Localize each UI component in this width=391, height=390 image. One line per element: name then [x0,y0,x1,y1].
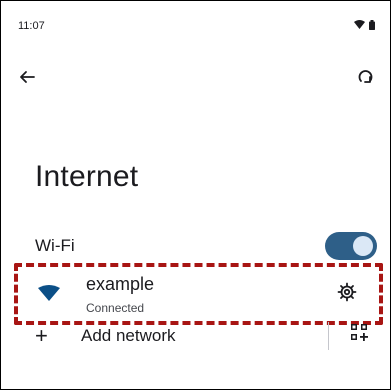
wifi-label: Wi-Fi [35,236,75,255]
add-network-label: Add network [81,326,176,345]
toolbar [16,66,377,88]
gear-icon[interactable] [337,282,357,307]
divider [328,322,329,350]
plus-icon: + [35,323,48,348]
wifi-toggle-thumb [353,236,373,256]
wifi-signal-icon [38,285,60,306]
page-title: Internet [35,160,139,193]
battery-icon [369,19,375,33]
network-status: Connected [86,301,145,315]
refresh-icon[interactable] [355,66,377,88]
qr-code-icon[interactable] [349,322,369,347]
network-name: example [86,274,155,294]
network-item-example[interactable]: example Connected [14,263,383,325]
status-icons [354,19,375,33]
add-network-row[interactable]: + Add network [35,323,377,349]
back-arrow-icon[interactable] [16,66,38,88]
wifi-toggle-row[interactable]: Wi-Fi [35,232,377,260]
wifi-toggle[interactable] [325,232,377,260]
status-bar: 11:07 [18,18,375,34]
status-time: 11:07 [18,20,45,32]
wifi-icon [354,20,365,32]
